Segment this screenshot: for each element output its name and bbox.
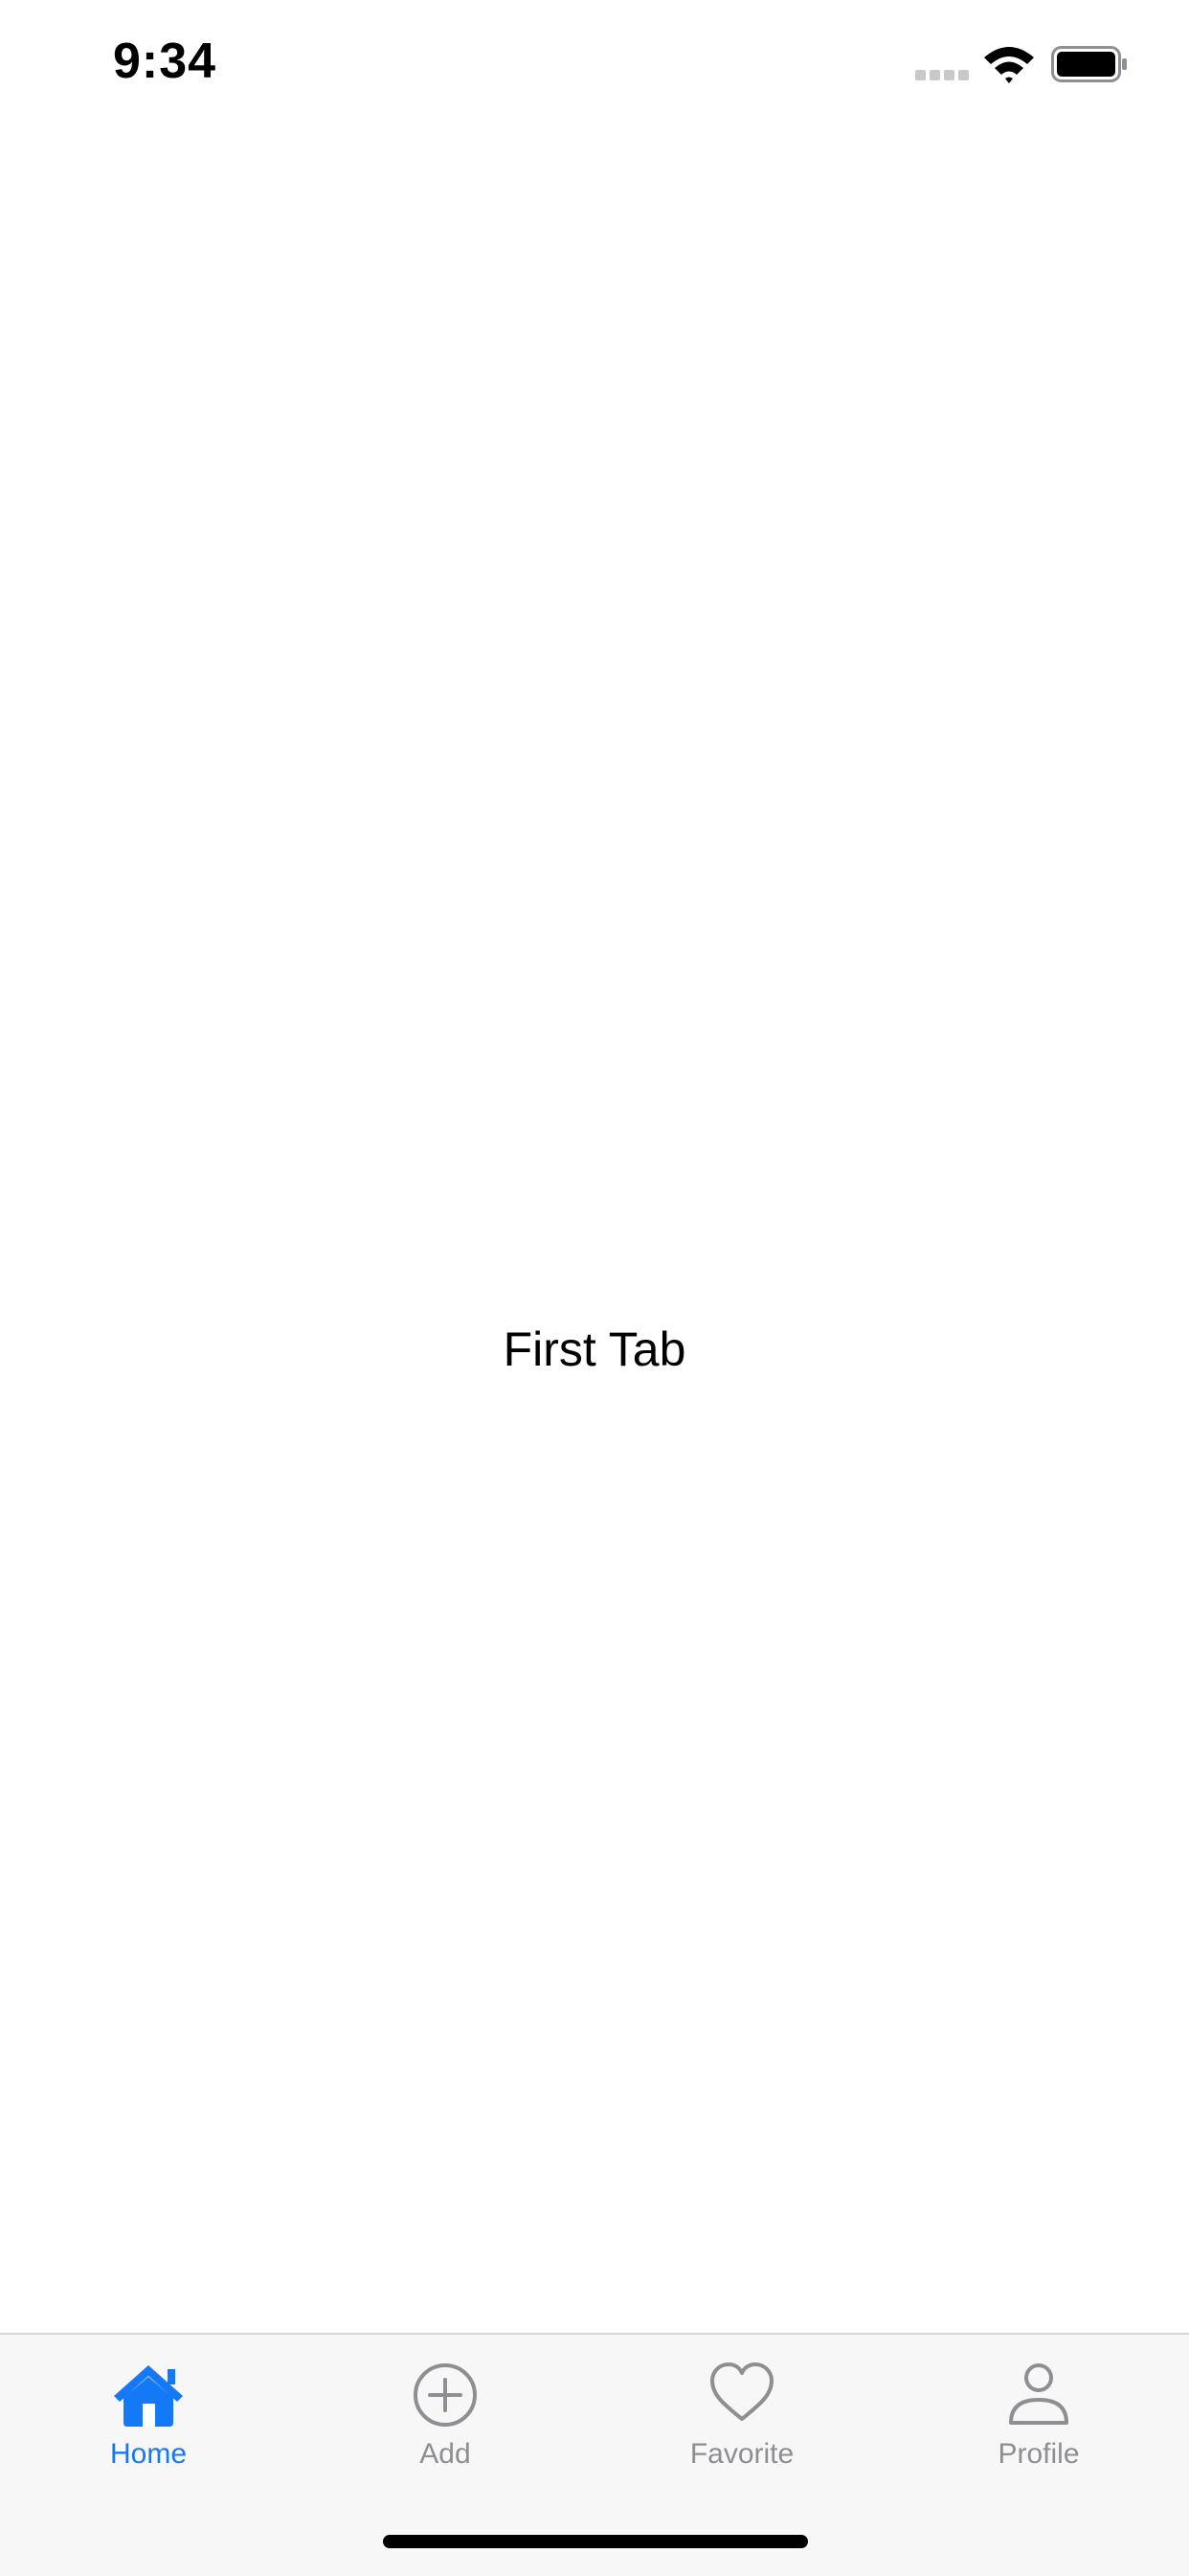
tab-home-label: Home <box>109 2438 188 2470</box>
tab-profile-label: Profile <box>998 2438 1080 2470</box>
home-icon <box>114 2365 183 2427</box>
main-content: First Tab <box>0 134 1189 2333</box>
tab-add[interactable]: Add <box>297 2335 594 2478</box>
first-tab-text: First Tab <box>503 1322 686 1376</box>
tab-profile[interactable]: Profile <box>890 2335 1187 2478</box>
status-time: 9:34 <box>113 34 217 89</box>
wifi-icon <box>984 47 1034 83</box>
tab-favorite[interactable]: Favorite <box>594 2335 890 2478</box>
heart-icon <box>710 2362 774 2421</box>
home-indicator <box>383 2535 808 2548</box>
cellular-signal-icon <box>915 70 971 81</box>
add-circle-icon <box>414 2363 477 2427</box>
status-bar: 9:34 <box>0 0 1189 134</box>
tab-add-label: Add <box>419 2438 471 2470</box>
tab-favorite-label: Favorite <box>689 2438 795 2470</box>
battery-icon <box>1051 46 1127 82</box>
person-icon <box>1009 2363 1068 2425</box>
tab-home[interactable]: Home <box>0 2335 297 2478</box>
